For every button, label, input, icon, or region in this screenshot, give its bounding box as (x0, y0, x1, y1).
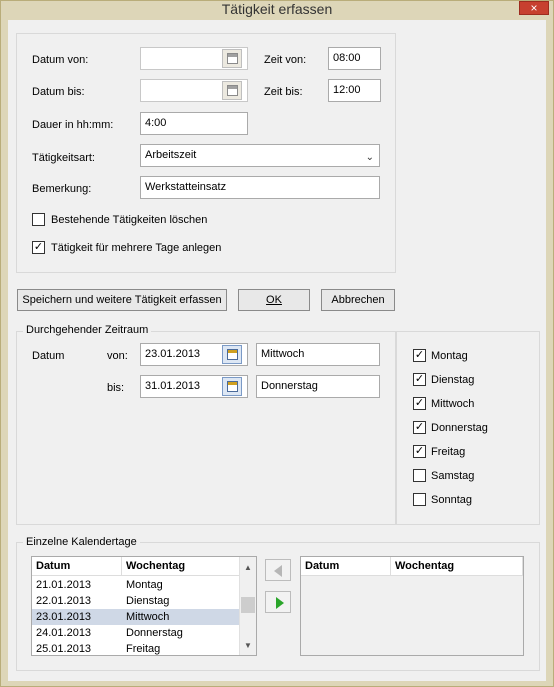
weekday-label[interactable]: Freitag (431, 445, 465, 459)
weekday-label[interactable]: Dienstag (431, 373, 474, 387)
taetigkeitsart-value: Arbeitszeit (145, 149, 197, 161)
col-datum-header[interactable]: Datum (32, 557, 122, 576)
move-left-button[interactable] (265, 559, 291, 581)
datum-von-calendar-button[interactable] (222, 49, 242, 68)
table-row[interactable]: 21.01.2013 Montag (32, 577, 240, 593)
window-title: Tätigkeit erfassen (221, 1, 333, 17)
calendar-icon (227, 381, 238, 392)
col-wochentag-header[interactable]: Wochentag (122, 557, 240, 576)
zeitraum-von-label: von: (107, 350, 128, 362)
sel-col-datum-header[interactable]: Datum (301, 557, 391, 576)
weekday-checkbox[interactable]: ✓ (413, 421, 426, 434)
row-datum: 25.01.2013 (36, 643, 92, 655)
arrow-right-icon (276, 597, 284, 609)
bemerkung-label: Bemerkung: (32, 183, 92, 195)
table-row[interactable]: 24.01.2013 Donnerstag (32, 625, 240, 641)
scroll-up-icon[interactable]: ▲ (244, 563, 252, 572)
table-row[interactable]: 23.01.2013 Mittwoch (32, 609, 240, 625)
row-datum: 22.01.2013 (36, 595, 92, 607)
scroll-down-icon[interactable]: ▼ (244, 641, 252, 650)
bemerkung-input[interactable]: Werkstatteinsatz (140, 176, 380, 199)
save-more-button[interactable]: Speichern und weitere Tätigkeit erfassen (17, 289, 227, 311)
row-datum: 23.01.2013 (36, 611, 92, 623)
scroll-thumb[interactable] (241, 597, 255, 613)
zeitraum-von-calendar-button[interactable] (222, 345, 242, 364)
zeit-bis-label: Zeit bis: (264, 86, 303, 98)
zeitraum-von-weekday: Mittwoch (256, 343, 380, 366)
zeit-bis-input[interactable]: 12:00 (328, 79, 381, 102)
mehrere-tage-label[interactable]: Tätigkeit für mehrere Tage anlegen (51, 241, 221, 255)
sel-col-wochentag-header[interactable]: Wochentag (391, 557, 523, 576)
available-days-list[interactable]: Datum Wochentag 21.01.2013 Montag 22.01.20… (31, 556, 257, 656)
calendar-icon (227, 85, 238, 96)
mehrere-tage-checkbox[interactable]: ✓ (32, 241, 45, 254)
weekday-checkbox[interactable] (413, 469, 426, 482)
zeitraum-bis-calendar-button[interactable] (222, 377, 242, 396)
row-wochentag: Montag (126, 579, 163, 591)
close-button[interactable]: × (519, 1, 549, 15)
weekday-label[interactable]: Donnerstag (431, 421, 488, 435)
weekday-checkbox[interactable]: ✓ (413, 445, 426, 458)
weekday-checkbox[interactable]: ✓ (413, 349, 426, 362)
loeschen-label[interactable]: Bestehende Tätigkeiten löschen (51, 213, 207, 227)
ok-button[interactable]: OK (238, 289, 310, 311)
loeschen-checkbox[interactable] (32, 213, 45, 226)
dauer-label: Dauer in hh:mm: (32, 119, 114, 131)
weekday-checkbox[interactable]: ✓ (413, 373, 426, 386)
weekday-label[interactable]: Mittwoch (431, 397, 474, 411)
taetigkeitsart-label: Tätigkeitsart: (32, 152, 95, 164)
weekday-label[interactable]: Sonntag (431, 493, 472, 507)
row-datum: 21.01.2013 (36, 579, 92, 591)
zeitraum-legend: Durchgehender Zeitraum (23, 324, 152, 337)
selected-days-header: Datum Wochentag (301, 557, 523, 576)
taetigkeitsart-select[interactable]: Arbeitszeit ⌄ (140, 144, 380, 167)
row-datum: 24.01.2013 (36, 627, 92, 639)
row-wochentag: Freitag (126, 643, 161, 655)
available-days-header: Datum Wochentag (32, 557, 240, 576)
arrow-left-icon (274, 565, 282, 577)
zeit-von-input[interactable]: 08:00 (328, 47, 381, 70)
datum-von-label: Datum von: (32, 54, 89, 66)
kalendertage-legend: Einzelne Kalendertage (23, 536, 140, 549)
chevron-down-icon: ⌄ (365, 152, 374, 163)
row-wochentag: Donnerstag (126, 627, 183, 639)
row-wochentag: Mittwoch (126, 611, 170, 623)
dialog-window: Tätigkeit erfassen × Datum von: Zeit von… (0, 0, 554, 687)
weekday-label[interactable]: Montag (431, 349, 468, 363)
move-right-button[interactable] (265, 591, 291, 613)
zeitraum-datum-label: Datum (32, 350, 65, 362)
table-row[interactable]: 25.01.2013 Freitag (32, 641, 240, 655)
weekday-checkbox[interactable]: ✓ (413, 397, 426, 410)
calendar-icon (227, 53, 238, 64)
dialog-client-area: Datum von: Zeit von: 08:00 Datum bis: Ze… (8, 20, 546, 681)
weekday-label[interactable]: Samstag (431, 469, 474, 483)
calendar-icon (227, 349, 238, 360)
zeitraum-bis-weekday: Donnerstag (256, 375, 380, 398)
table-row[interactable]: 22.01.2013 Dienstag (32, 593, 240, 609)
row-wochentag: Dienstag (126, 595, 170, 607)
zeit-von-label: Zeit von: (264, 54, 307, 66)
datum-bis-label: Datum bis: (32, 86, 85, 98)
title-bar[interactable]: Tätigkeit erfassen × (1, 1, 553, 18)
datum-bis-calendar-button[interactable] (222, 81, 242, 100)
cancel-button[interactable]: Abbrechen (321, 289, 395, 311)
vertical-scrollbar[interactable]: ▲ ▼ (239, 557, 256, 655)
dauer-input[interactable]: 4:00 (140, 112, 248, 135)
selected-days-list[interactable]: Datum Wochentag (300, 556, 524, 656)
zeitraum-bis-label: bis: (107, 382, 125, 394)
weekday-checkbox[interactable] (413, 493, 426, 506)
